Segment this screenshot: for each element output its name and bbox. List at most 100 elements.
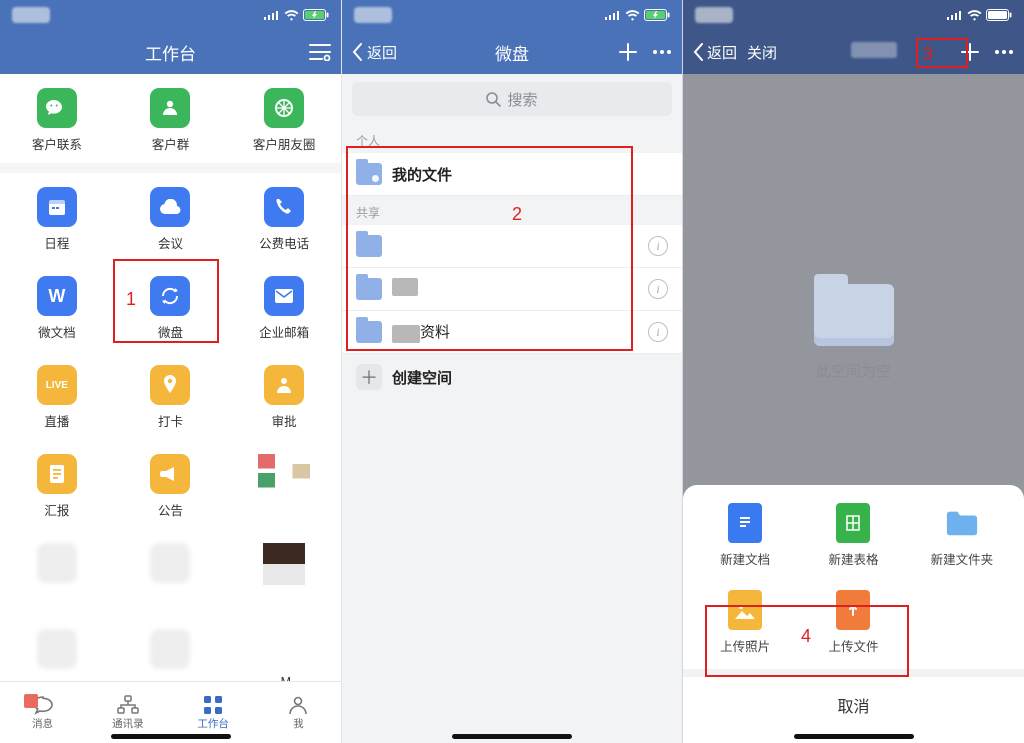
more-icon[interactable] (994, 49, 1014, 55)
wechat-icon (37, 88, 77, 128)
empty-folder-icon (814, 284, 894, 346)
nav-bar: 返回 微盘 (342, 30, 682, 74)
info-icon[interactable]: i (648, 236, 668, 256)
me-icon (288, 695, 308, 715)
empty-state: 此空间为空 (683, 284, 1024, 381)
sheet-new-doc[interactable]: 新建文档 (691, 503, 799, 568)
mosaic-icon (258, 454, 310, 498)
status-bar (342, 0, 682, 30)
status-bar (0, 0, 341, 30)
doc-icon (728, 503, 762, 543)
sheet-upload-file[interactable]: 上传文件 (799, 590, 907, 655)
folder-icon (356, 278, 382, 300)
cell-weidoc[interactable]: W微文档 (0, 262, 114, 351)
sheet-icon (836, 503, 870, 543)
cell-schedule[interactable]: 日程 (0, 173, 114, 262)
plus-box-icon: ＋ (356, 364, 382, 390)
tab-workbench[interactable]: 工作台 (171, 694, 256, 731)
tab-messages[interactable]: 消息 (0, 694, 85, 731)
info-icon[interactable]: i (648, 279, 668, 299)
screen-workbench: 工作台 客户联系 客户群 客户朋友圈 日程 会议 公费电话 (0, 0, 341, 743)
nav-title: 微盘 (432, 40, 592, 65)
row-create-space[interactable]: ＋ 创建空间 (342, 354, 682, 400)
aperture-icon (264, 88, 304, 128)
masked-text (392, 325, 420, 343)
sheet-cancel[interactable]: 取消 (683, 669, 1024, 743)
row-shared-3[interactable]: 资料 i (342, 311, 682, 354)
nav-close[interactable]: 关闭 (747, 42, 777, 63)
upload-icon (836, 590, 870, 630)
cell-ext1[interactable] (227, 440, 341, 529)
chevron-left-icon (693, 43, 704, 61)
letter-w-icon: W (37, 276, 77, 316)
settings-list-icon[interactable] (309, 43, 331, 61)
screen-space-empty: 返回 关闭 3 此空间为空 新建文档 新建表格 (682, 0, 1024, 743)
nav-bar: 工作台 (0, 30, 341, 74)
cell-announce[interactable]: 公告 (114, 440, 228, 529)
more-icon[interactable] (652, 49, 672, 55)
battery-icon (644, 9, 670, 21)
wifi-icon (625, 10, 640, 21)
horn-icon (150, 454, 190, 494)
cell-weipan[interactable]: 微盘 (114, 262, 228, 351)
folder-icon (945, 503, 979, 543)
status-time-blur (695, 7, 733, 23)
person-icon (264, 365, 304, 405)
section-personal: 个人 (342, 124, 682, 153)
cell-mail[interactable]: 企业邮箱 (227, 262, 341, 351)
folder-icon (356, 235, 382, 257)
report-icon (37, 454, 77, 494)
nav-back[interactable]: 返回 (693, 42, 737, 63)
cell-ext3[interactable] (114, 529, 228, 615)
cell-call[interactable]: 公费电话 (227, 173, 341, 262)
search-icon (486, 92, 501, 107)
info-icon[interactable]: i (648, 322, 668, 342)
search-placeholder: 搜索 (507, 89, 537, 110)
cell-ext2[interactable] (0, 529, 114, 615)
row-shared-1[interactable]: i (342, 225, 682, 268)
cell-report[interactable]: 汇报 (0, 440, 114, 529)
group-icon (150, 88, 190, 128)
folder-icon (356, 321, 382, 343)
nav-title: 工作台 (90, 40, 251, 65)
row-my-files[interactable]: 我的文件 (342, 153, 682, 196)
section-shared: 共享 (342, 196, 682, 225)
cloud-icon (150, 187, 190, 227)
cell-live[interactable]: LIVE直播 (0, 351, 114, 440)
status-indicators (605, 9, 670, 21)
cell-customer-moments[interactable]: 客户朋友圈 (227, 74, 341, 163)
battery-icon (303, 9, 329, 21)
empty-text: 此空间为空 (683, 360, 1024, 381)
row-shared-2[interactable]: i (342, 268, 682, 311)
grid-icon (203, 695, 223, 715)
square-icon (263, 543, 305, 585)
nav-bar: 返回 关闭 (683, 30, 1024, 74)
wifi-icon (284, 10, 299, 21)
status-bar (683, 0, 1024, 30)
wifi-icon (967, 10, 982, 21)
cell-ext4[interactable] (227, 529, 341, 615)
battery-icon (986, 9, 1012, 21)
plus-icon[interactable] (960, 42, 980, 62)
plus-icon[interactable] (618, 42, 638, 62)
cell-customer-group[interactable]: 客户群 (114, 74, 228, 163)
tab-me[interactable]: 我 (256, 694, 341, 731)
body-overlay: 此空间为空 新建文档 新建表格 新建文件夹 上传照片 (683, 74, 1024, 743)
home-indicator (111, 734, 231, 739)
customer-section: 客户联系 客户群 客户朋友圈 (0, 74, 341, 163)
sheet-upload-photo[interactable]: 上传照片 (691, 590, 799, 655)
nav-back[interactable]: 返回 (352, 42, 432, 63)
signal-icon (605, 10, 621, 20)
cell-customer-contact[interactable]: 客户联系 (0, 74, 114, 163)
tab-contacts[interactable]: 通讯录 (85, 694, 170, 731)
chevron-left-icon (352, 43, 363, 61)
status-time-blur (354, 7, 392, 23)
home-indicator (452, 734, 572, 739)
cell-checkin[interactable]: 打卡 (114, 351, 228, 440)
image-icon (728, 590, 762, 630)
search-input[interactable]: 搜索 (352, 82, 672, 116)
cell-approval[interactable]: 审批 (227, 351, 341, 440)
sheet-new-folder[interactable]: 新建文件夹 (908, 503, 1016, 568)
sheet-new-sheet[interactable]: 新建表格 (799, 503, 907, 568)
cell-meeting[interactable]: 会议 (114, 173, 228, 262)
